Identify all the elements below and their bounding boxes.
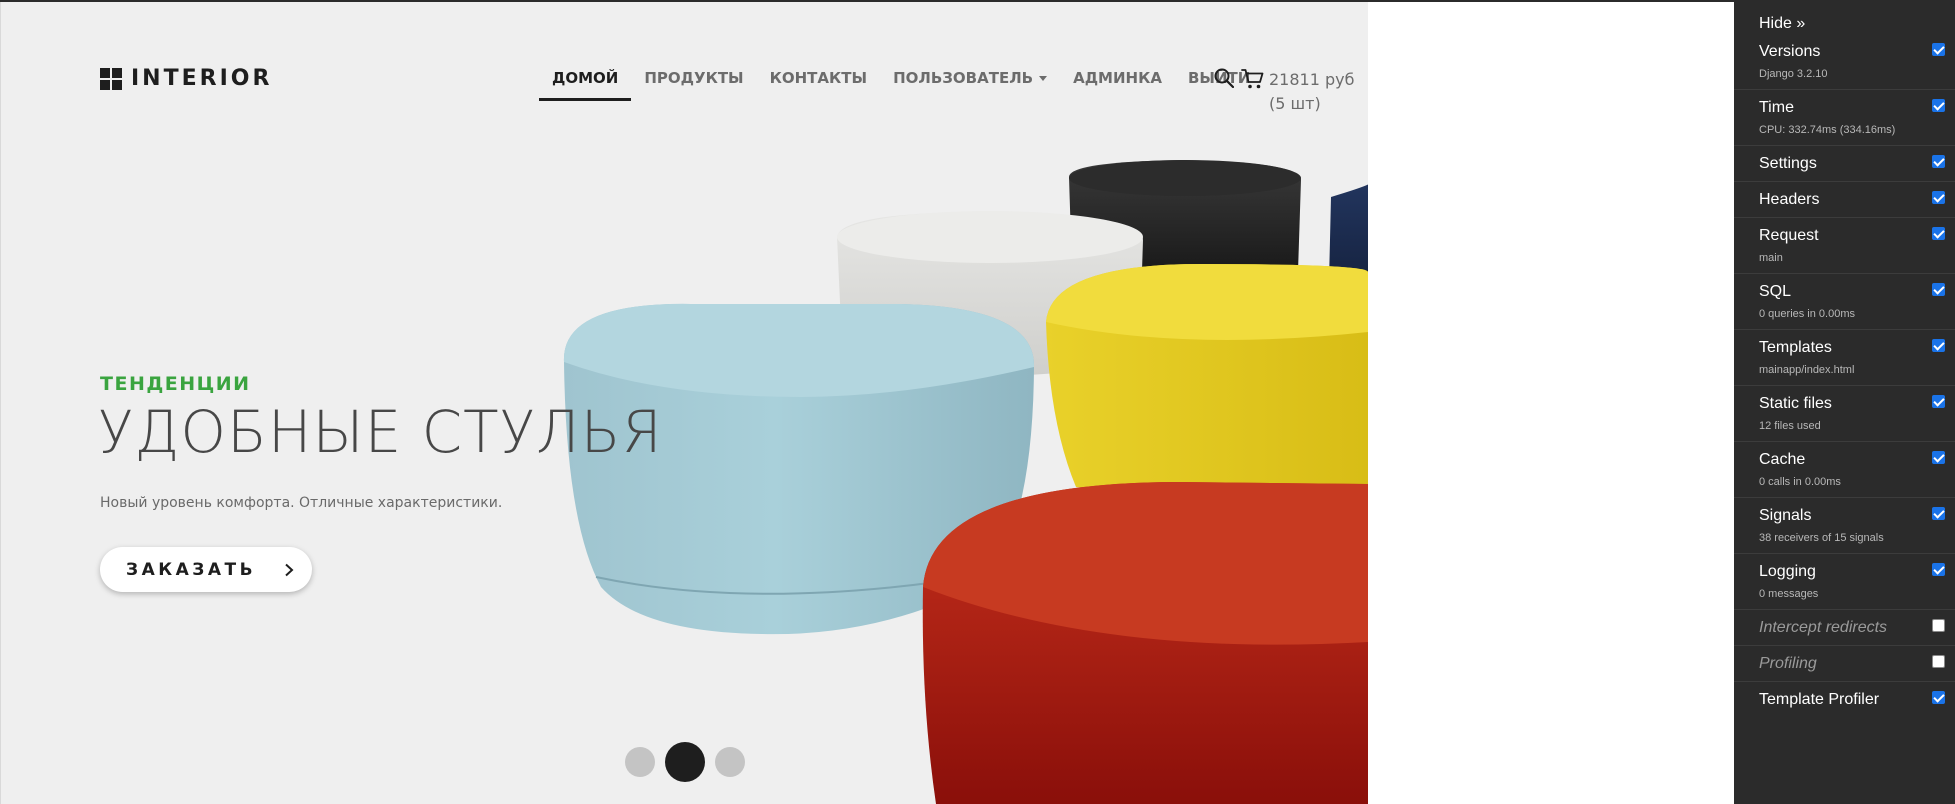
- toolbar-panel-sql[interactable]: SQL 0 queries in 0.00ms: [1734, 273, 1955, 329]
- toolbar-panel-cache[interactable]: Cache 0 calls in 0.00ms: [1734, 441, 1955, 497]
- panel-title: Template Profiler: [1759, 691, 1880, 708]
- toolbar-panel-time[interactable]: Time CPU: 332.74ms (334.16ms): [1734, 89, 1955, 145]
- panel-title: SQL: [1759, 283, 1792, 300]
- panel-toggle-checkbox[interactable]: [1932, 563, 1945, 576]
- hero-eyebrow: ТЕНДЕНЦИИ: [100, 373, 251, 395]
- cart-amount: 21811 руб: [1269, 70, 1355, 89]
- toolbar-panel-request[interactable]: Request main: [1734, 217, 1955, 273]
- panel-title: Cache: [1759, 451, 1806, 468]
- toolbar-panel-settings[interactable]: Settings: [1734, 145, 1955, 181]
- toolbar-panel-list: Versions Django 3.2.10 Time CPU: 332.74ms (…: [1734, 34, 1955, 717]
- order-button-label: ЗАКАЗАТЬ: [126, 559, 257, 580]
- main-nav: ДОМОЙ ПРОДУКТЫ КОНТАКТЫ ПОЛЬЗОВАТЕЛЬ АДМ…: [539, 66, 1263, 101]
- panel-title: Time: [1759, 99, 1794, 116]
- toolbar-panel-signals[interactable]: Signals 38 receivers of 15 signals: [1734, 497, 1955, 553]
- logo-grid-icon: [100, 67, 122, 90]
- panel-subtitle: main: [1759, 252, 1783, 264]
- panel-title: Templates: [1759, 339, 1832, 356]
- panel-toggle-checkbox[interactable]: [1932, 507, 1945, 520]
- site-logo[interactable]: INTERIOR: [100, 66, 272, 91]
- panel-title: Logging: [1759, 563, 1816, 580]
- order-button[interactable]: ЗАКАЗАТЬ: [100, 547, 312, 592]
- slider-pagination: [625, 742, 755, 782]
- toolbar-panel-templates[interactable]: Templates mainapp/index.html: [1734, 329, 1955, 385]
- cart-icon[interactable]: [1241, 68, 1264, 90]
- panel-title: Signals: [1759, 507, 1812, 524]
- toolbar-panel-static-files[interactable]: Static files 12 files used: [1734, 385, 1955, 441]
- panel-subtitle: 0 queries in 0.00ms: [1759, 308, 1855, 320]
- slider-dot-3[interactable]: [715, 747, 745, 777]
- panel-toggle-checkbox[interactable]: [1932, 339, 1945, 352]
- nav-contacts[interactable]: КОНТАКТЫ: [757, 66, 880, 101]
- panel-subtitle: 0 messages: [1759, 588, 1819, 600]
- panel-subtitle: 0 calls in 0.00ms: [1759, 476, 1841, 488]
- toolbar-panel-profiling[interactable]: Profiling: [1734, 645, 1955, 681]
- search-icon[interactable]: [1214, 68, 1234, 88]
- panel-title: Settings: [1759, 155, 1817, 172]
- panel-subtitle: CPU: 332.74ms (334.16ms): [1759, 124, 1896, 136]
- panel-toggle-checkbox[interactable]: [1932, 43, 1945, 56]
- toolbar-hide-button[interactable]: Hide »: [1734, 2, 1955, 34]
- cart-summary[interactable]: 21811 руб (5 шт): [1269, 68, 1354, 116]
- hero-headline: УДОБНЫЕ СТУЛЬЯ: [98, 398, 663, 466]
- panel-title: Intercept redirects: [1759, 619, 1888, 636]
- nav-admin[interactable]: АДМИНКА: [1060, 66, 1175, 101]
- panel-toggle-checkbox[interactable]: [1932, 155, 1945, 168]
- panel-toggle-checkbox[interactable]: [1932, 99, 1945, 112]
- panel-title: Versions: [1759, 43, 1821, 60]
- panel-toggle-checkbox[interactable]: [1932, 691, 1945, 704]
- panel-subtitle: Django 3.2.10: [1759, 68, 1828, 80]
- slider-dot-1[interactable]: [625, 747, 655, 777]
- panel-toggle-checkbox[interactable]: [1932, 283, 1945, 296]
- panel-title: Request: [1759, 227, 1819, 244]
- nav-user-dropdown[interactable]: ПОЛЬЗОВАТЕЛЬ: [880, 66, 1060, 101]
- panel-toggle-checkbox[interactable]: [1932, 655, 1945, 668]
- toolbar-panel-template-profiler[interactable]: Template Profiler: [1734, 681, 1955, 717]
- toolbar-panel-headers[interactable]: Headers: [1734, 181, 1955, 217]
- panel-subtitle: 38 receivers of 15 signals: [1759, 532, 1884, 544]
- toolbar-panel-versions[interactable]: Versions Django 3.2.10: [1734, 34, 1955, 89]
- nav-products[interactable]: ПРОДУКТЫ: [631, 66, 756, 101]
- logo-text: INTERIOR: [131, 66, 273, 91]
- panel-subtitle: mainapp/index.html: [1759, 364, 1855, 376]
- toolbar-panel-logging[interactable]: Logging 0 messages: [1734, 553, 1955, 609]
- chevron-right-icon: [285, 563, 294, 576]
- panel-toggle-checkbox[interactable]: [1932, 451, 1945, 464]
- django-debug-toolbar: Hide » Versions Django 3.2.10 Time CPU: 332…: [1734, 2, 1955, 804]
- panel-toggle-checkbox[interactable]: [1932, 619, 1945, 632]
- panel-title: Static files: [1759, 395, 1832, 412]
- nav-user-label: ПОЛЬЗОВАТЕЛЬ: [893, 69, 1034, 87]
- panel-title: Profiling: [1759, 655, 1817, 672]
- caret-down-icon: [1039, 76, 1048, 81]
- hero-slider: INTERIOR ДОМОЙ ПРОДУКТЫ КОНТАКТЫ ПОЛЬЗОВ…: [0, 2, 1368, 804]
- nav-home[interactable]: ДОМОЙ: [539, 66, 632, 101]
- panel-toggle-checkbox[interactable]: [1932, 191, 1945, 204]
- hero-subtext: Новый уровень комфорта. Отличные характе…: [100, 495, 503, 511]
- panel-toggle-checkbox[interactable]: [1932, 227, 1945, 240]
- slider-dot-2[interactable]: [665, 742, 705, 782]
- panel-title: Headers: [1759, 191, 1820, 208]
- toolbar-panel-intercept-redirects[interactable]: Intercept redirects: [1734, 609, 1955, 645]
- panel-toggle-checkbox[interactable]: [1932, 395, 1945, 408]
- cart-count: (5 шт): [1269, 94, 1321, 113]
- panel-subtitle: 12 files used: [1759, 420, 1821, 432]
